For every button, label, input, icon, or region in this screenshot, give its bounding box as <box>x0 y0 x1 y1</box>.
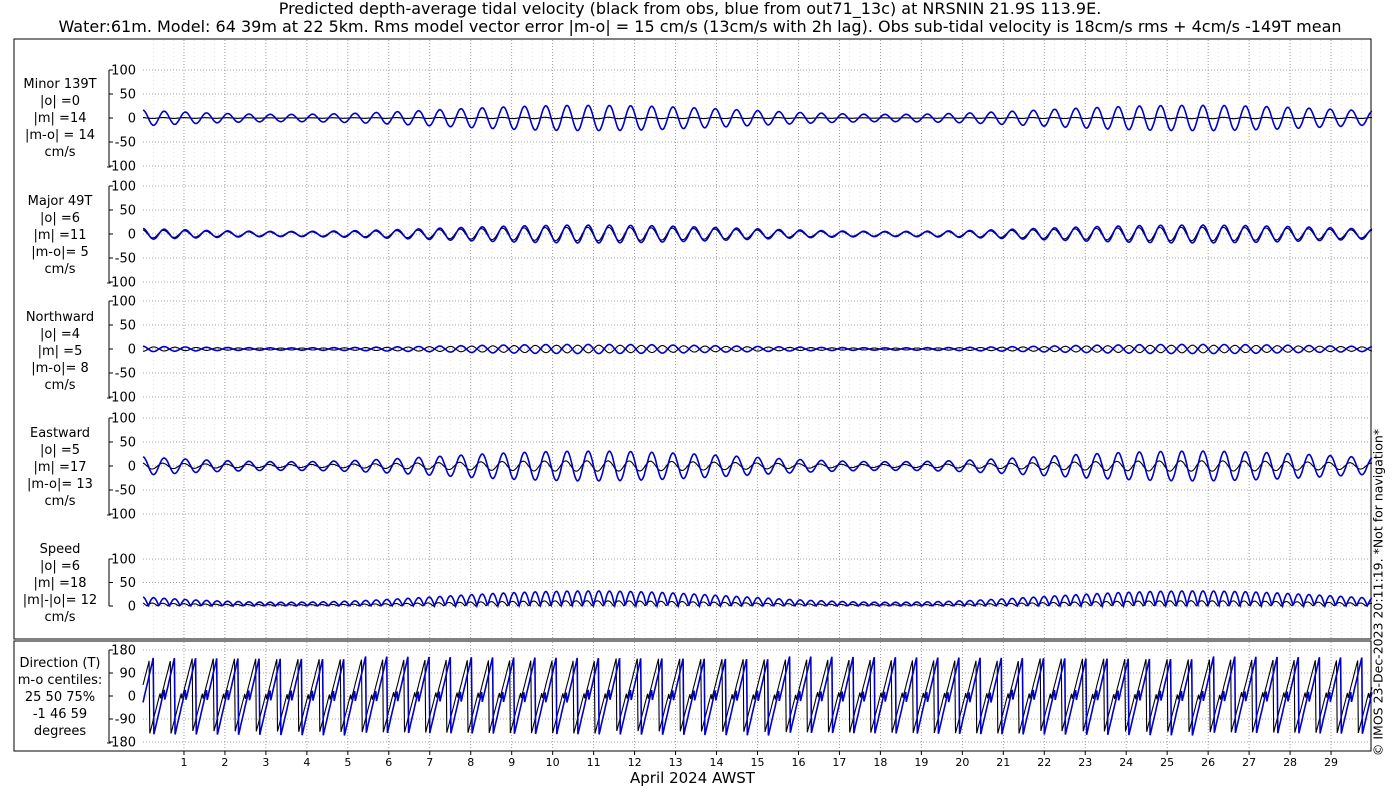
x-tick-label: 4 <box>303 756 310 769</box>
y-tick-label: 50 <box>119 88 136 103</box>
y-tick-label: -100 <box>106 160 136 175</box>
x-tick-label: 1 <box>180 756 187 769</box>
x-tick-label: 15 <box>751 756 765 769</box>
x-tick-label: 17 <box>832 756 846 769</box>
y-tick-label: 0 <box>128 690 136 705</box>
x-tick-label: 14 <box>710 756 724 769</box>
x-tick-label: 18 <box>873 756 887 769</box>
x-tick-label: 11 <box>587 756 601 769</box>
y-tick-label: 100 <box>111 412 136 427</box>
y-tick-label: -100 <box>106 276 136 291</box>
x-tick-label: 28 <box>1283 756 1297 769</box>
y-tick-label: 0 <box>128 460 136 475</box>
copyright-note: © IMOS 23-Dec-2023 20:11:19. *Not for na… <box>1370 428 1386 757</box>
x-tick-label: 16 <box>791 756 805 769</box>
y-tick-label: -50 <box>115 252 136 267</box>
x-tick-label: 2 <box>221 756 228 769</box>
x-tick-label: 26 <box>1201 756 1215 769</box>
y-tick-label: 100 <box>111 180 136 195</box>
y-tick-label: -50 <box>115 367 136 382</box>
x-tick-label: 13 <box>669 756 683 769</box>
y-tick-label: 50 <box>119 204 136 219</box>
x-tick-label: 10 <box>546 756 560 769</box>
x-tick-label: 23 <box>1078 756 1092 769</box>
x-tick-label: 3 <box>262 756 269 769</box>
y-tick-label: 50 <box>119 576 136 591</box>
y-tick-label: 90 <box>119 667 136 682</box>
tidal-velocity-chart: 1 2 3 4 5 6 7 8 9 10 11 12 13 14 15 16 17 18 19 20 21 22 23 24 2… <box>13 38 1373 769</box>
upper-frame <box>13 38 1372 640</box>
y-tick-label: 0 <box>128 112 136 127</box>
y-tick-label: 0 <box>128 600 136 615</box>
x-tick-label: 6 <box>385 756 392 769</box>
x-tick-label: 8 <box>467 756 474 769</box>
y-tick-label: -180 <box>106 736 136 751</box>
x-tick-label: 12 <box>628 756 642 769</box>
x-tick-label: 29 <box>1324 756 1338 769</box>
y-tick-label: -50 <box>115 136 136 151</box>
y-tick-label: 0 <box>128 343 136 358</box>
y-tick-label: 50 <box>119 436 136 451</box>
x-tick-label: 24 <box>1119 756 1133 769</box>
x-tick-label: 7 <box>426 756 433 769</box>
y-tick-label: -100 <box>106 508 136 523</box>
x-tick-label: 27 <box>1242 756 1256 769</box>
y-tick-label: 100 <box>111 64 136 79</box>
x-tick-label: 25 <box>1160 756 1174 769</box>
y-tick-label: -50 <box>115 484 136 499</box>
y-tick-label: 100 <box>111 295 136 310</box>
y-tick-label: 0 <box>128 228 136 243</box>
y-tick-label: 50 <box>119 319 136 334</box>
x-tick-label: 22 <box>1037 756 1051 769</box>
y-tick-label: -100 <box>106 391 136 406</box>
x-tick-label: 19 <box>914 756 928 769</box>
x-tick-label: 20 <box>955 756 969 769</box>
x-tick-label: 9 <box>508 756 515 769</box>
x-tick-label: 5 <box>344 756 351 769</box>
y-tick-label: 100 <box>111 553 136 568</box>
x-axis-label: April 2024 AWST <box>630 769 755 787</box>
y-tick-label: 180 <box>111 644 136 659</box>
y-tick-label: -90 <box>115 713 136 728</box>
x-tick-label: 21 <box>996 756 1010 769</box>
